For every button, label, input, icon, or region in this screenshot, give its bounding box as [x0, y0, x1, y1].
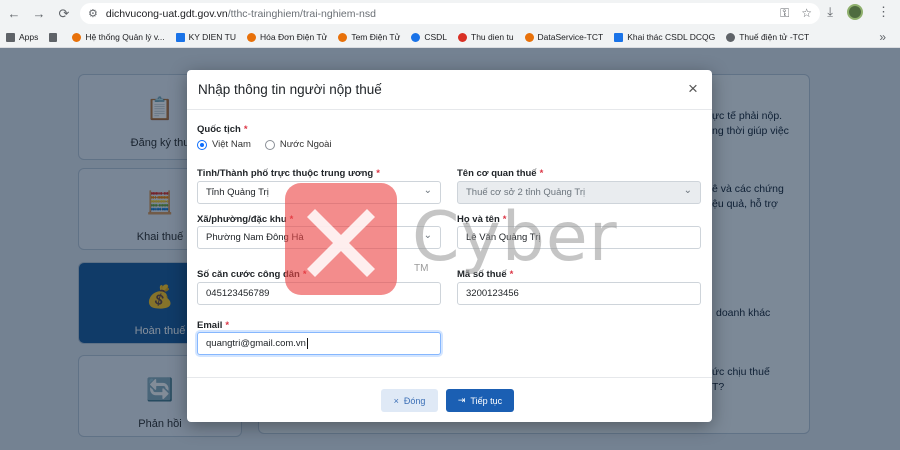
bookmark-item[interactable]: Thu dien tu: [458, 32, 514, 42]
required-mark: *: [225, 320, 230, 331]
site-icon: [175, 32, 185, 42]
x-icon: [307, 209, 375, 277]
address-bar[interactable]: ⚙ dichvucong-uat.gdt.gov.vn/tthc-traingh…: [80, 3, 820, 24]
watermark-logo: [285, 183, 397, 295]
bookmark-item[interactable]: Khai thác CSDL DCQG: [614, 32, 715, 42]
site-icon: [458, 32, 468, 42]
close-icon: ×: [393, 395, 399, 406]
email-input[interactable]: quangtri@gmail.com.vn: [197, 332, 441, 355]
site-icon: [614, 32, 624, 42]
email-label: Email *: [197, 320, 230, 331]
bookmark-apps[interactable]: Apps: [6, 32, 38, 42]
url-path: /tthc-trainghiem/trai-nghiem-nsd: [227, 7, 376, 20]
required-mark: *: [376, 168, 380, 179]
site-icon: [338, 32, 348, 42]
bookmark-item[interactable]: DataService-TCT: [524, 32, 603, 42]
bookmark-item[interactable]: [49, 32, 61, 42]
back-icon[interactable]: ←: [3, 3, 25, 25]
radio-label-vietnam[interactable]: Việt Nam: [212, 139, 251, 150]
close-button-label: Đóng: [403, 395, 426, 406]
watermark-tm: TM: [414, 263, 429, 274]
modal-footer: × Đóng ⇥ Tiếp tục: [187, 377, 712, 422]
radio-vietnam[interactable]: [197, 139, 207, 150]
chevron-down-icon: ⌄: [423, 185, 432, 196]
profile-avatar[interactable]: [847, 4, 863, 20]
site-icon: [49, 32, 58, 42]
site-icon: [524, 32, 534, 42]
nationality-radio-group: Việt Nam Nước Ngoài: [197, 139, 346, 150]
site-icon: [247, 32, 256, 42]
download-icon[interactable]: ⤓: [827, 4, 833, 20]
citizen-id-value: 045123456789: [206, 288, 270, 299]
required-mark: *: [539, 168, 544, 179]
site-icon: [411, 32, 421, 42]
menu-icon[interactable]: ⋮: [877, 4, 890, 20]
tax-office-label: Tên cơ quan thuế *: [457, 168, 544, 179]
bookmarks-more-icon[interactable]: »: [879, 30, 886, 44]
modal-title: Nhập thông tin người nộp thuế: [198, 82, 382, 97]
bookmark-item[interactable]: Hệ thống Quản lý v...: [72, 32, 165, 42]
password-key-icon[interactable]: ⚿: [780, 6, 789, 21]
bookmark-item[interactable]: Hóa Đơn Điện Tử: [247, 32, 327, 42]
site-info-icon[interactable]: ⚙: [88, 7, 98, 20]
chevron-down-icon: ⌄: [683, 185, 692, 196]
site-icon: [726, 32, 736, 42]
ward-label: Xã/phường/đặc khu*: [197, 214, 293, 225]
browser-toolbar: ← → ⟳ ⚙ dichvucong-uat.gdt.gov.vn/tthc-t…: [0, 0, 900, 27]
required-mark: *: [243, 124, 248, 135]
url-host: dichvucong-uat.gdt.gov.vn: [105, 7, 228, 20]
bookmark-item[interactable]: Tem Điện Tử: [338, 32, 400, 42]
province-value: Tỉnh Quảng Trị: [206, 187, 269, 198]
email-value: quangtri@gmail.com.vn: [206, 338, 306, 349]
forward-icon[interactable]: →: [28, 3, 50, 25]
modal-header: Nhập thông tin người nộp thuế ×: [187, 70, 712, 110]
tax-code-value: 3200123456: [466, 288, 519, 299]
text-caret: [306, 338, 308, 349]
arrow-right-icon: ⇥: [457, 395, 466, 405]
tax-office-value: Thuế cơ sở 2 tỉnh Quảng Trị: [466, 187, 586, 198]
apps-grid-icon: [6, 32, 15, 42]
tax-code-input[interactable]: 3200123456: [457, 282, 701, 305]
bookmark-item[interactable]: CSDL: [411, 32, 447, 42]
reload-icon[interactable]: ⟳: [53, 3, 75, 25]
bookmark-item[interactable]: KY DIEN TU: [175, 32, 236, 42]
close-button[interactable]: × Đóng: [381, 389, 438, 412]
radio-label-foreign[interactable]: Nước Ngoài: [280, 139, 332, 150]
continue-button-label: Tiếp tục: [470, 395, 503, 406]
bookmark-item[interactable]: Thuế điện tử -TCT: [726, 32, 809, 42]
watermark-text: Cyber: [412, 198, 618, 277]
radio-foreign[interactable]: [264, 139, 275, 150]
bookmarks-bar: Apps Hệ thống Quản lý v... KY DIEN TU Hó…: [0, 27, 900, 48]
close-icon[interactable]: ×: [684, 80, 702, 98]
bookmark-star-icon[interactable]: ☆: [801, 6, 812, 21]
site-icon: [72, 32, 82, 42]
province-label: Tỉnh/Thành phố trực thuộc trung ương *: [197, 168, 380, 179]
nationality-label: Quốc tịch *: [197, 124, 248, 135]
continue-button[interactable]: ⇥ Tiếp tục: [446, 389, 514, 412]
